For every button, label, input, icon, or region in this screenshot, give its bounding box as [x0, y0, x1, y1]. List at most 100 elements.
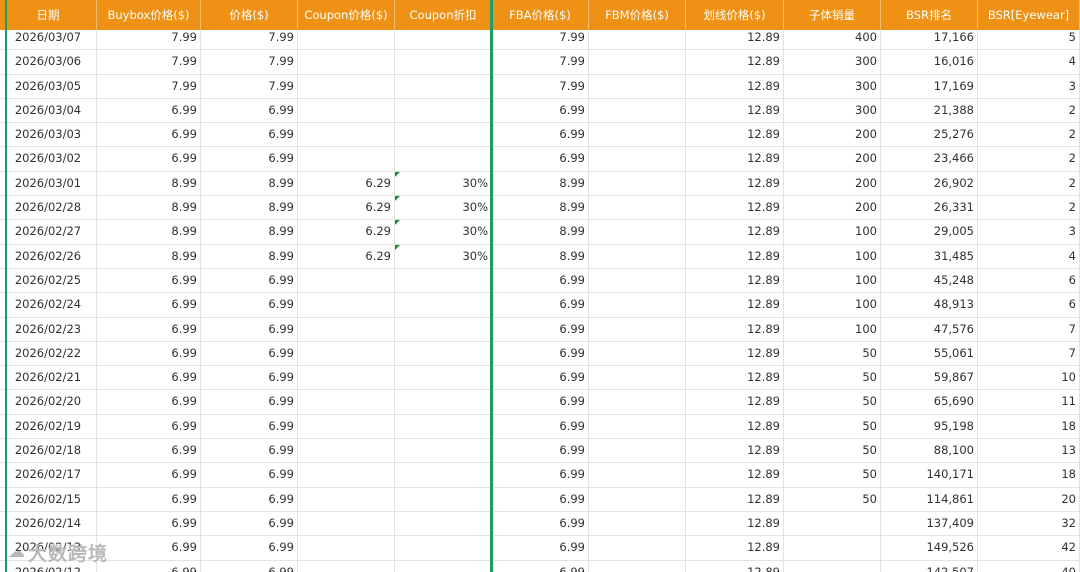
col-header-coupon-discount[interactable]: Coupon折扣 [395, 0, 492, 30]
cell-coupon-discount[interactable] [395, 560, 492, 572]
cell-bsr-eyewear[interactable]: 3 [978, 220, 1080, 244]
cell-fbm-price[interactable] [589, 560, 686, 572]
table-row[interactable]: 2026/02/17 6.99 6.99 6.99 12.89 50 140,171 18 [0, 463, 1080, 488]
cell-date[interactable]: 2026/03/04 [0, 98, 97, 123]
table-row[interactable]: 2026/02/18 6.99 6.99 6.99 12.89 50 88,100 13 [0, 439, 1080, 464]
cell-bsr-rank[interactable]: 23,466 [881, 147, 978, 171]
cell-date[interactable]: 2026/02/15 [0, 487, 97, 511]
cell-buybox-price[interactable]: 6.99 [97, 536, 201, 560]
cell-bsr-eyewear[interactable]: 32 [978, 511, 1080, 536]
cell-price[interactable]: 8.99 [201, 220, 298, 244]
cell-fbm-price[interactable] [589, 171, 686, 196]
cell-bsr-eyewear[interactable]: 10 [978, 366, 1080, 390]
cell-list-price[interactable]: 12.89 [686, 511, 784, 536]
cell-date[interactable]: 2026/03/02 [0, 147, 97, 171]
cell-price[interactable]: 6.99 [201, 293, 298, 317]
cell-fba-price[interactable]: 7.99 [492, 74, 589, 98]
cell-bsr-eyewear[interactable]: 13 [978, 439, 1080, 463]
cell-list-price[interactable]: 12.89 [686, 147, 784, 171]
cell-fbm-price[interactable] [589, 196, 686, 220]
cell-child-sales[interactable]: 200 [784, 147, 881, 171]
cell-child-sales[interactable]: 100 [784, 244, 881, 268]
cell-fba-price[interactable]: 6.99 [492, 487, 589, 511]
cell-coupon-price[interactable] [298, 439, 395, 463]
cell-buybox-price[interactable]: 6.99 [97, 487, 201, 511]
cell-fba-price[interactable]: 6.99 [492, 341, 589, 366]
cell-price[interactable]: 6.99 [201, 390, 298, 414]
cell-coupon-discount[interactable] [395, 147, 492, 171]
cell-list-price[interactable]: 12.89 [686, 220, 784, 244]
cell-bsr-rank[interactable]: 26,902 [881, 171, 978, 196]
cell-price[interactable]: 6.99 [201, 341, 298, 366]
cell-bsr-eyewear[interactable]: 2 [978, 171, 1080, 196]
cell-child-sales[interactable]: 50 [784, 366, 881, 390]
cell-list-price[interactable]: 12.89 [686, 317, 784, 341]
cell-coupon-discount[interactable]: 30% [395, 171, 492, 196]
cell-bsr-rank[interactable]: 55,061 [881, 341, 978, 366]
cell-price[interactable]: 6.99 [201, 268, 298, 293]
col-header-fbm-price[interactable]: FBM价格($) [589, 0, 686, 30]
cell-bsr-eyewear[interactable]: 4 [978, 244, 1080, 268]
cell-fbm-price[interactable] [589, 366, 686, 390]
col-header-coupon-price[interactable]: Coupon价格($) [298, 0, 395, 30]
cell-coupon-price[interactable] [298, 74, 395, 98]
cell-coupon-price[interactable] [298, 536, 395, 560]
cell-child-sales[interactable]: 100 [784, 268, 881, 293]
cell-fba-price[interactable]: 8.99 [492, 244, 589, 268]
cell-list-price[interactable]: 12.89 [686, 50, 784, 74]
cell-buybox-price[interactable]: 6.99 [97, 268, 201, 293]
cell-coupon-price[interactable] [298, 268, 395, 293]
cell-price[interactable]: 6.99 [201, 463, 298, 487]
cell-bsr-eyewear[interactable]: 20 [978, 487, 1080, 511]
cell-buybox-price[interactable]: 8.99 [97, 220, 201, 244]
cell-fbm-price[interactable] [589, 487, 686, 511]
cell-coupon-price[interactable]: 6.29 [298, 220, 395, 244]
cell-date[interactable]: 2026/02/26 [0, 244, 97, 268]
cell-bsr-eyewear[interactable]: 7 [978, 341, 1080, 366]
cell-coupon-discount[interactable]: 30% [395, 196, 492, 220]
cell-coupon-discount[interactable] [395, 293, 492, 317]
cell-date[interactable]: 2026/02/17 [0, 463, 97, 487]
cell-child-sales[interactable]: 300 [784, 50, 881, 74]
cell-fbm-price[interactable] [589, 511, 686, 536]
col-header-bsr-eyewear[interactable]: BSR[Eyewear] [978, 0, 1080, 30]
cell-date[interactable]: 2026/02/28 [0, 196, 97, 220]
cell-child-sales[interactable]: 300 [784, 98, 881, 123]
cell-coupon-price[interactable] [298, 98, 395, 123]
cell-fbm-price[interactable] [589, 268, 686, 293]
cell-list-price[interactable]: 12.89 [686, 98, 784, 123]
cell-fba-price[interactable]: 6.99 [492, 98, 589, 123]
cell-fba-price[interactable]: 6.99 [492, 147, 589, 171]
cell-fbm-price[interactable] [589, 98, 686, 123]
cell-bsr-eyewear[interactable]: 6 [978, 268, 1080, 293]
cell-coupon-price[interactable] [298, 511, 395, 536]
cell-fbm-price[interactable] [589, 244, 686, 268]
cell-buybox-price[interactable]: 6.99 [97, 511, 201, 536]
table-row[interactable]: 2026/02/21 6.99 6.99 6.99 12.89 50 59,867 10 [0, 366, 1080, 391]
cell-bsr-eyewear[interactable]: 2 [978, 123, 1080, 147]
cell-date[interactable]: 2026/02/14 [0, 511, 97, 536]
table-row[interactable]: 2026/03/01 8.99 8.99 6.29 30% 8.99 12.89 200 26,… [0, 171, 1080, 197]
cell-fba-price[interactable]: 6.99 [492, 293, 589, 317]
cell-bsr-rank[interactable]: 137,409 [881, 511, 978, 536]
cell-fba-price[interactable]: 8.99 [492, 196, 589, 220]
cell-child-sales[interactable]: 100 [784, 220, 881, 244]
cell-bsr-rank[interactable]: 114,861 [881, 487, 978, 511]
cell-buybox-price[interactable]: 6.99 [97, 98, 201, 123]
cell-bsr-eyewear[interactable]: 2 [978, 147, 1080, 171]
cell-child-sales[interactable]: 100 [784, 293, 881, 317]
cell-buybox-price[interactable]: 8.99 [97, 244, 201, 268]
cell-child-sales[interactable]: 300 [784, 74, 881, 98]
cell-coupon-price[interactable] [298, 147, 395, 171]
col-header-price[interactable]: 价格($) [201, 0, 298, 30]
cell-child-sales[interactable]: 50 [784, 463, 881, 487]
cell-price[interactable]: 7.99 [201, 50, 298, 74]
cell-buybox-price[interactable]: 6.99 [97, 147, 201, 171]
cell-list-price[interactable]: 12.89 [686, 74, 784, 98]
cell-coupon-discount[interactable] [395, 487, 492, 511]
cell-child-sales[interactable]: 200 [784, 123, 881, 147]
cell-bsr-rank[interactable]: 16,016 [881, 50, 978, 74]
cell-date[interactable]: 2026/02/23 [0, 317, 97, 341]
cell-buybox-price[interactable]: 6.99 [97, 463, 201, 487]
cell-price[interactable]: 8.99 [201, 171, 298, 196]
